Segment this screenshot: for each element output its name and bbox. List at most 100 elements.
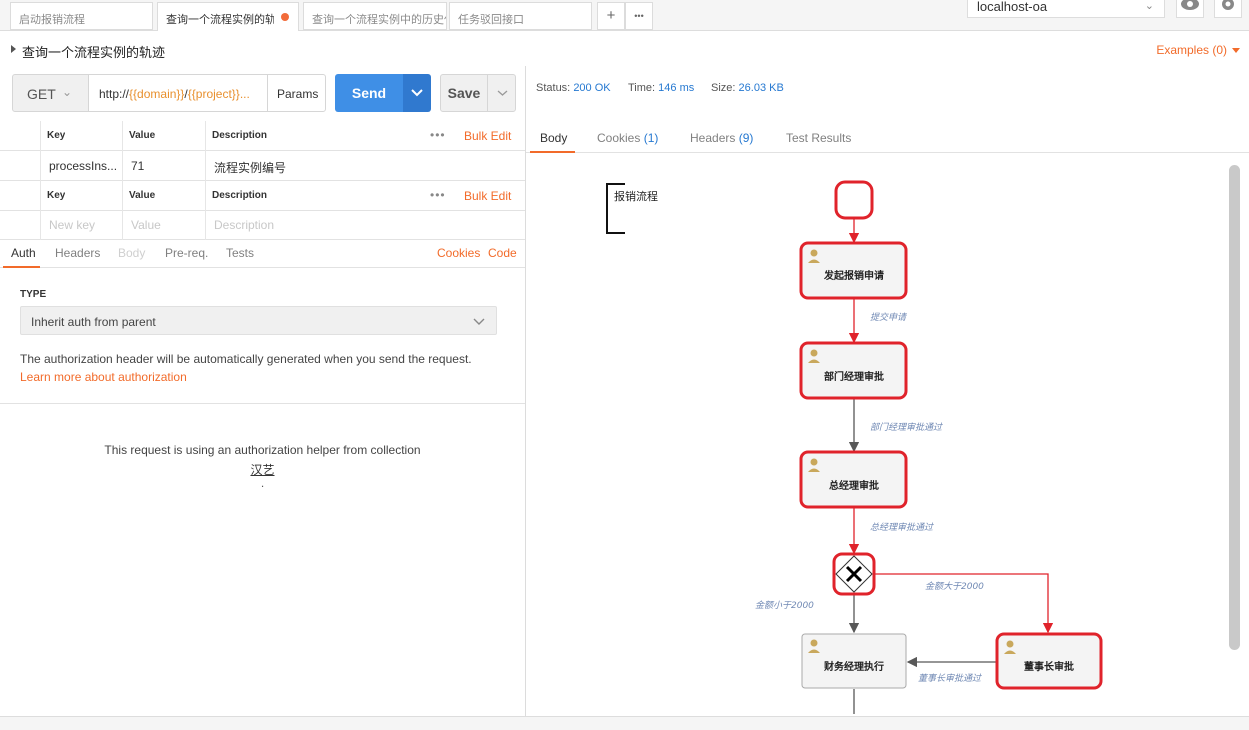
caret-right-icon[interactable] xyxy=(11,45,16,53)
add-tab-button[interactable]: + xyxy=(597,2,625,30)
start-event[interactable] xyxy=(834,180,874,220)
response-scrollbar[interactable] xyxy=(1229,165,1240,650)
tab-body[interactable]: Body xyxy=(118,246,145,260)
auth-helper-text: This request is using an authorization h… xyxy=(104,443,421,457)
table-row: New key Value Description xyxy=(0,211,525,240)
code-link[interactable]: Code xyxy=(488,246,517,260)
tab-label: Cookies xyxy=(597,131,641,145)
ellipsis-icon: ••• xyxy=(634,11,644,21)
tab-bar: 启动报销流程 查询一个流程实例的轨迹 查询一个流程实例中的历史任务 任务驳回接口… xyxy=(0,0,1249,31)
params-button[interactable]: Params xyxy=(267,74,326,112)
time-value: 146 ms xyxy=(658,82,695,94)
tab-label: 查询一个流程实例的轨迹 xyxy=(166,14,274,26)
tab-response-body[interactable]: Body xyxy=(540,131,567,145)
tab-test-results[interactable]: Test Results xyxy=(786,131,851,145)
param-description-cell[interactable]: 流程实例编号 xyxy=(214,159,286,176)
settings-button[interactable] xyxy=(1214,0,1242,18)
task-label: 总经理审批 xyxy=(829,479,879,492)
method-label: GET xyxy=(27,86,56,102)
key-header: Key xyxy=(47,190,66,201)
tab-label: Headers xyxy=(690,131,736,145)
new-description-input[interactable]: Description xyxy=(214,218,274,232)
plus-icon: + xyxy=(606,7,616,24)
unsaved-dot-icon xyxy=(281,13,289,21)
tab-tests[interactable]: Tests xyxy=(226,246,254,260)
save-button[interactable]: Save xyxy=(440,74,488,112)
response-status: Status: 200 OK xyxy=(536,82,611,94)
auth-type-label: TYPE xyxy=(20,289,47,300)
size-value: 26.03 KB xyxy=(738,82,784,94)
pane-divider[interactable] xyxy=(525,66,526,716)
column-divider xyxy=(122,121,123,181)
task-node[interactable]: 部门经理审批 xyxy=(799,341,908,400)
chevron-down-icon xyxy=(411,89,423,97)
bulk-edit-link[interactable]: Bulk Edit xyxy=(464,129,511,143)
environment-select[interactable]: localhost-oa ⌄ xyxy=(967,0,1165,18)
chevron-down-icon: ⌄ xyxy=(62,85,73,99)
learn-more-link[interactable]: Learn more about authorization xyxy=(20,370,187,384)
send-button[interactable]: Send xyxy=(335,74,403,112)
url-project-variable: {{project}}... xyxy=(187,87,250,101)
flow-label: 提交申请 xyxy=(870,312,908,323)
more-tabs-button[interactable]: ••• xyxy=(625,2,653,30)
flow-label: 总经理审批通过 xyxy=(870,522,934,533)
task-node[interactable]: 财务经理执行 xyxy=(801,633,907,689)
task-node[interactable]: 发起报销申请 xyxy=(799,241,908,300)
ellipsis-icon[interactable]: ••• xyxy=(430,128,446,142)
url-domain-variable: {{domain}} xyxy=(129,87,185,101)
divider xyxy=(0,403,525,404)
caret-down-icon[interactable] xyxy=(1232,48,1240,53)
tab-prerequest[interactable]: Pre-req. xyxy=(165,246,208,260)
exclusive-gateway[interactable] xyxy=(832,552,876,596)
task-node[interactable]: 董事长审批 xyxy=(995,632,1103,690)
size-label: Size: xyxy=(711,82,736,94)
tab-start-process[interactable]: 启动报销流程 xyxy=(10,2,153,30)
chevron-down-icon xyxy=(473,318,485,325)
cookies-link[interactable]: Cookies xyxy=(437,246,480,260)
flow-label: 金额大于2000 xyxy=(925,581,984,592)
task-label: 财务经理执行 xyxy=(823,660,884,673)
param-key-cell[interactable]: processIns... xyxy=(49,159,117,173)
response-size: Size: 26.03 KB xyxy=(711,82,784,94)
tab-auth[interactable]: Auth xyxy=(11,246,36,260)
request-tabs: Auth Headers Body Pre-req. Tests Cookies… xyxy=(0,240,525,268)
url-input[interactable]: http://{{domain}}/{{project}}... xyxy=(88,74,268,112)
column-divider xyxy=(40,121,41,181)
chevron-down-icon: ⌄ xyxy=(1144,0,1154,12)
ellipsis-icon[interactable]: ••• xyxy=(430,188,446,202)
response-tabs: Body Cookies (1) Headers (9) Test Result… xyxy=(526,124,1249,153)
auth-type-select[interactable]: Inherit auth from parent xyxy=(20,306,497,335)
tab-query-trajectory[interactable]: 查询一个流程实例的轨迹 xyxy=(157,2,299,31)
status-value: 200 OK xyxy=(573,82,611,94)
user-icon xyxy=(810,458,818,466)
flow-label: 董事长审批通过 xyxy=(918,673,982,684)
tab-query-history[interactable]: 查询一个流程实例中的历史任务 xyxy=(303,2,447,30)
params-header-row: Key Value Description ••• Bulk Edit xyxy=(0,121,525,151)
task-label: 发起报销申请 xyxy=(823,269,884,282)
task-node[interactable]: 总经理审批 xyxy=(799,450,908,509)
cookies-count: (1) xyxy=(643,131,659,145)
status-bar xyxy=(0,716,1249,730)
active-tab-indicator xyxy=(3,266,40,268)
tab-response-headers[interactable]: Headers (9) xyxy=(690,131,753,145)
tab-response-cookies[interactable]: Cookies (1) xyxy=(597,131,658,145)
value-header: Value xyxy=(129,130,156,141)
request-title[interactable]: 查询一个流程实例的轨迹 xyxy=(22,42,165,61)
task-label: 董事长审批 xyxy=(1024,660,1074,673)
save-options-button[interactable] xyxy=(487,74,516,112)
send-options-button[interactable] xyxy=(403,74,431,112)
new-key-input[interactable]: New key xyxy=(49,218,95,232)
status-label: Status: xyxy=(536,82,571,94)
method-select[interactable]: GET ⌄ xyxy=(12,74,89,112)
tab-headers[interactable]: Headers xyxy=(55,246,100,260)
new-value-input[interactable]: Value xyxy=(131,218,161,232)
param-value-cell[interactable]: 71 xyxy=(131,159,144,173)
headers-count: (9) xyxy=(738,131,754,145)
tab-reject-task[interactable]: 任务驳回接口 xyxy=(449,2,592,30)
description-header: Description xyxy=(212,130,268,141)
flow-label: 部门经理审批通过 xyxy=(870,422,943,433)
examples-dropdown[interactable]: Examples (0) xyxy=(1156,43,1227,57)
environment-quick-look-button[interactable] xyxy=(1176,0,1204,18)
tab-label: 任务驳回接口 xyxy=(458,14,524,26)
bulk-edit-link[interactable]: Bulk Edit xyxy=(464,189,511,203)
